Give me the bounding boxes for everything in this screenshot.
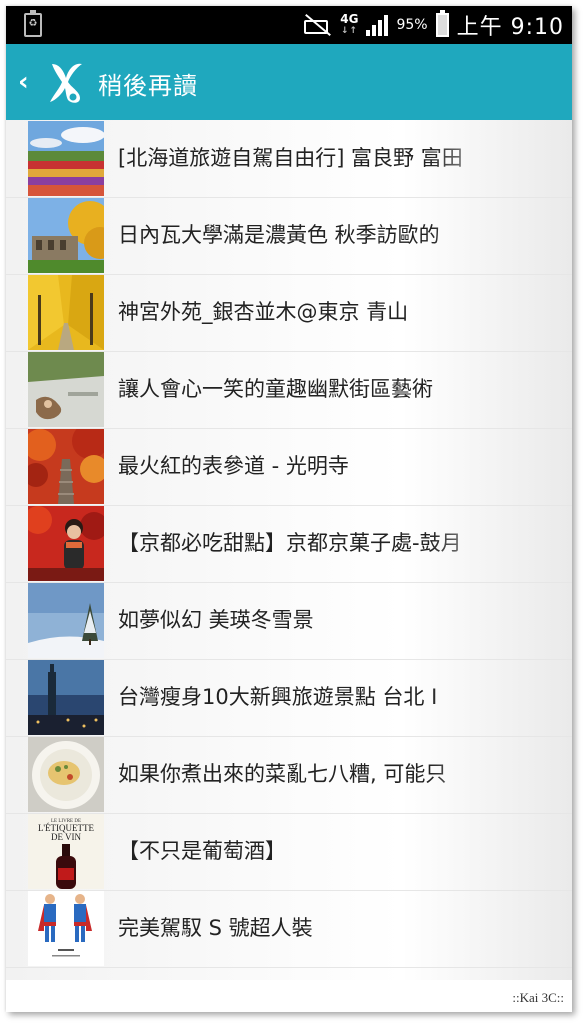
battery-icon (435, 10, 449, 37)
article-list: [北海道旅遊自駕自由行] 富良野 富田 日內瓦大學滿是濃黃色 秋季訪歐的 神宮外… (6, 120, 572, 980)
article-thumbnail (28, 506, 104, 581)
article-title: 神宮外苑_銀杏並木@東京 青山 (118, 300, 409, 324)
thumb-text-line: DE VIN (51, 832, 82, 842)
article-title: 如果你煮出來的菜亂七八糟, 可能只 (118, 762, 447, 786)
article-thumbnail (28, 275, 104, 350)
article-thumbnail (28, 891, 104, 966)
list-item[interactable]: 如果你煮出來的菜亂七八糟, 可能只 (6, 736, 572, 814)
clock: 上午 9:10 (456, 15, 564, 40)
article-thumbnail (28, 660, 104, 735)
article-title: 【京都必吃甜點】京都京菓子處-鼓月 (118, 531, 462, 555)
list-item[interactable]: 【京都必吃甜點】京都京菓子處-鼓月 (6, 505, 572, 583)
app-bar: ‹ 稍後再讀 (6, 44, 572, 120)
article-thumbnail (28, 429, 104, 504)
watermark: ::Kai 3C:: (512, 990, 564, 1005)
article-title: 日內瓦大學滿是濃黃色 秋季訪歐的 (118, 223, 440, 247)
article-title: 【不只是葡萄酒】 (118, 839, 286, 863)
chevron-left-icon[interactable]: ‹ (18, 69, 34, 95)
list-item[interactable]: [北海道旅遊自駕自由行] 富良野 富田 (6, 120, 572, 198)
list-item[interactable]: 讓人會心一笑的童趣幽默街區藝術 (6, 351, 572, 429)
article-thumbnail (28, 352, 104, 427)
status-bar: ♻ 4G ↓↑ 95% 上午 9:10 (6, 6, 572, 44)
article-thumbnail (28, 121, 104, 196)
article-title: 台灣瘦身10大新興旅遊景點 台北 I (118, 685, 438, 709)
list-item[interactable]: 最火紅的表參道 - 光明寺 (6, 428, 572, 506)
phone-screen: ♻ 4G ↓↑ 95% 上午 9:10 ‹ 稍後再讀 [北海道旅遊自駕自由行] … (6, 6, 572, 1012)
article-thumbnail: LE LIVRE DE L'ÉTIQUETTE DE VIN (28, 814, 104, 889)
mute-icon (302, 13, 332, 37)
battery-percent: 95% (396, 17, 428, 33)
list-item[interactable]: 日內瓦大學滿是濃黃色 秋季訪歐的 (6, 197, 572, 275)
list-item[interactable]: LE LIVRE DE L'ÉTIQUETTE DE VIN 【不只是葡萄酒】 (6, 813, 572, 891)
article-title: 完美駕馭 S 號超人裝 (118, 916, 313, 940)
network-type: 4G ↓↑ (340, 12, 359, 36)
app-logo-icon[interactable] (46, 58, 86, 106)
list-item[interactable]: 神宮外苑_銀杏並木@東京 青山 (6, 274, 572, 352)
signal-icon (366, 14, 389, 36)
article-title: [北海道旅遊自駕自由行] 富良野 富田 (118, 146, 463, 170)
page-title: 稍後再讀 (98, 72, 198, 100)
article-thumbnail (28, 198, 104, 273)
list-item[interactable]: 台灣瘦身10大新興旅遊景點 台北 I (6, 659, 572, 737)
article-title: 最火紅的表參道 - 光明寺 (118, 454, 349, 478)
list-item[interactable]: 完美駕馭 S 號超人裝 (6, 890, 572, 968)
article-title: 如夢似幻 美瑛冬雪景 (118, 608, 314, 632)
article-title: 讓人會心一笑的童趣幽默街區藝術 (118, 377, 433, 401)
list-item[interactable]: 如夢似幻 美瑛冬雪景 (6, 582, 572, 660)
recycle-icon: ♻ (24, 10, 42, 37)
article-thumbnail (28, 583, 104, 658)
article-thumbnail (28, 737, 104, 812)
